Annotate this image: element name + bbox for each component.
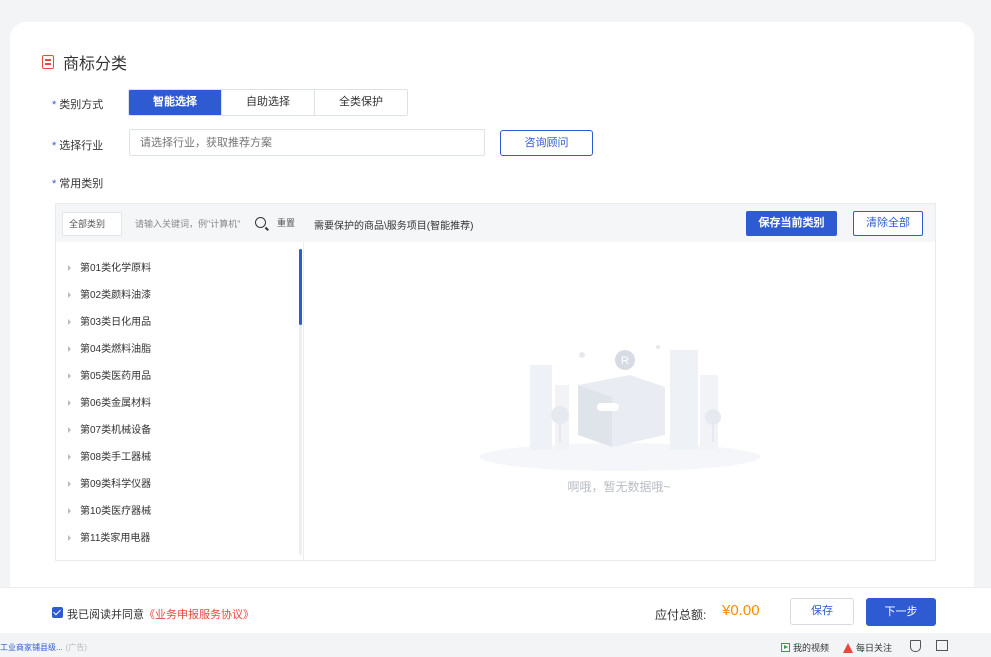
list-item[interactable]: 第10类医疗器械 — [68, 502, 151, 517]
total-amount: ¥0.00 — [722, 602, 760, 619]
caret-right-icon — [68, 481, 71, 488]
mode-smart-select[interactable]: 智能选择 — [129, 90, 221, 115]
caret-right-icon — [68, 292, 71, 299]
save-button[interactable]: 保存 — [790, 598, 854, 625]
total-label: 应付总额: — [655, 608, 707, 622]
caret-right-icon — [68, 454, 71, 461]
industry-input[interactable] — [129, 129, 485, 156]
mode-self-select[interactable]: 自助选择 — [221, 90, 314, 115]
list-item[interactable]: 第03类日化用品 — [68, 313, 151, 328]
panel-divider — [303, 242, 304, 560]
category-list: 第01类化学原料 第02类颜料油漆 第03类日化用品 第04类燃料油脂 第05类… — [56, 242, 303, 560]
caret-right-icon — [68, 535, 71, 542]
list-item[interactable]: 第06类金属材料 — [68, 394, 151, 409]
scrollbar-thumb[interactable] — [299, 249, 302, 325]
agreement-link[interactable]: 《业务申报服务协议》 — [144, 609, 254, 621]
agreement-text: 我已阅读并同意《业务申报服务协议》 — [67, 609, 254, 621]
keyword-search-input[interactable]: 请输入关键词，例"计算机" — [127, 212, 257, 236]
caret-right-icon — [68, 265, 71, 272]
mode-full-protection[interactable]: 全类保护 — [314, 90, 407, 115]
section-title: 商标分类 — [63, 56, 128, 73]
caret-right-icon — [68, 508, 71, 515]
browser-bottom-bar: 工业商家铺县级... (广告) 我的视频 每日关注 — [0, 633, 991, 657]
next-step-button[interactable]: 下一步 — [866, 598, 936, 626]
caret-right-icon — [68, 373, 71, 380]
play-icon — [781, 643, 790, 652]
image-icon[interactable] — [936, 640, 948, 651]
picker-header: 全部类别 请输入关键词，例"计算机" 重置 需要保护的商品\服务项目(智能推荐)… — [56, 204, 935, 242]
daily-follow-link[interactable]: 每日关注 — [843, 641, 892, 654]
list-item[interactable]: 第04类燃料油脂 — [68, 340, 151, 355]
category-mode-selector: 智能选择 自助选择 全类保护 — [128, 89, 408, 116]
all-categories-select[interactable]: 全部类别 — [62, 212, 122, 236]
list-item[interactable]: 第11类家用电器 — [68, 529, 150, 544]
list-item[interactable]: 第09类科学仪器 — [68, 475, 151, 490]
search-icon[interactable] — [255, 217, 266, 228]
fire-icon — [843, 642, 853, 653]
bottom-left-link[interactable]: 工业商家铺县级... (广告) — [0, 642, 87, 653]
list-item[interactable]: 第07类机械设备 — [68, 421, 151, 436]
caret-right-icon — [68, 427, 71, 434]
reset-button[interactable]: 重置 — [277, 216, 295, 229]
shield-icon[interactable] — [910, 640, 921, 652]
caret-right-icon — [68, 346, 71, 353]
consult-advisor-button[interactable]: 咨询顾问 — [500, 130, 593, 156]
save-current-category-button[interactable]: 保存当前类别 — [746, 211, 837, 236]
empty-box-illustration: R — [480, 345, 760, 471]
my-video-link[interactable]: 我的视频 — [781, 641, 829, 654]
empty-state-text: 啊哦，暂无数据哦~ — [567, 480, 671, 494]
category-mode-label: * 类别方式 — [52, 99, 104, 111]
list-item[interactable]: 第08类手工器械 — [68, 448, 151, 463]
clear-all-button[interactable]: 清除全部 — [853, 211, 923, 236]
footer-bar: 我已阅读并同意《业务申报服务协议》 应付总额: ¥0.00 保存 下一步 — [0, 587, 991, 633]
caret-right-icon — [68, 400, 71, 407]
list-item[interactable]: 第01类化学原料 — [68, 259, 151, 274]
list-item[interactable]: 第05类医药用品 — [68, 367, 151, 382]
caret-right-icon — [68, 319, 71, 326]
svg-text:R: R — [621, 355, 629, 367]
list-item[interactable]: 第02类颜料油漆 — [68, 286, 151, 301]
common-category-label: * 常用类别 — [52, 178, 104, 190]
recommended-items-title: 需要保护的商品\服务项目(智能推荐) — [314, 221, 474, 232]
industry-label: * 选择行业 — [52, 140, 104, 152]
agree-checkbox[interactable] — [52, 607, 63, 618]
section-header: 商标分类 — [42, 50, 127, 74]
document-icon — [42, 55, 54, 69]
